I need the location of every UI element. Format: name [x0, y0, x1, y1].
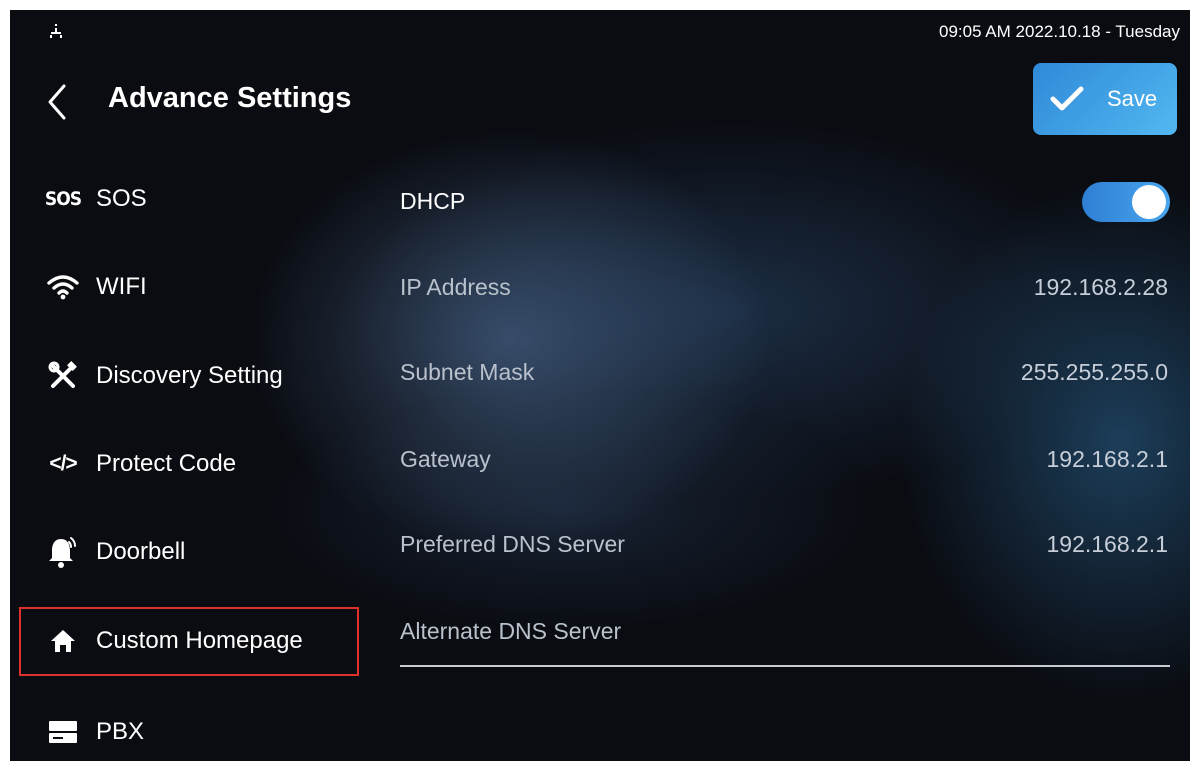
selection-highlight: [19, 607, 359, 676]
sidebar-item-label: PBX: [96, 718, 145, 745]
sidebar-item-sos[interactable]: SOS SOS: [20, 169, 350, 229]
sidebar-item-wifi[interactable]: WIFI: [20, 257, 350, 317]
ip-address-row[interactable]: IP Address 192.168.2.28: [400, 268, 1170, 308]
save-button[interactable]: Save: [1033, 63, 1177, 135]
alternate-dns-row[interactable]: Alternate DNS Server: [400, 612, 1170, 652]
ip-address-label: IP Address: [400, 274, 511, 300]
status-time: 09:05 AM 2022.10.18 - Tuesday: [938, 22, 1180, 41]
code-icon: </>: [49, 452, 77, 475]
gateway-label: Gateway: [400, 446, 491, 472]
sidebar-item-label: Doorbell: [96, 538, 186, 565]
alternate-dns-label: Alternate DNS Server: [400, 618, 622, 644]
save-label: Save: [1107, 86, 1158, 111]
chevron-left-icon: [48, 84, 66, 120]
sidebar-item-discovery-setting[interactable]: Discovery Setting: [20, 346, 350, 406]
preferred-dns-label: Preferred DNS Server: [400, 531, 625, 557]
gateway-value[interactable]: 192.168.2.1: [1046, 446, 1168, 473]
subnet-mask-value[interactable]: 255.255.255.0: [1021, 359, 1168, 386]
tools-icon: [46, 359, 80, 393]
sidebar-item-label: Discovery Setting: [96, 362, 283, 389]
sidebar-item-label: SOS: [96, 185, 147, 212]
alternate-dns-input[interactable]: [400, 665, 1170, 667]
page-title: Advance Settings: [108, 82, 352, 114]
subnet-mask-row[interactable]: Subnet Mask 255.255.255.0: [400, 353, 1170, 393]
toggle-knob: [1132, 185, 1166, 219]
dhcp-label: DHCP: [400, 188, 466, 214]
ip-address-value[interactable]: 192.168.2.28: [1034, 274, 1168, 301]
gateway-row[interactable]: Gateway 192.168.2.1: [400, 440, 1170, 480]
network-icon: [50, 24, 62, 38]
sidebar-item-protect-code[interactable]: </> Protect Code: [20, 434, 350, 494]
sidebar-item-doorbell[interactable]: Doorbell: [20, 522, 350, 582]
sidebar-item-pbx[interactable]: PBX: [20, 702, 350, 761]
dhcp-toggle[interactable]: [1082, 182, 1170, 222]
back-button[interactable]: [38, 78, 78, 126]
pbx-icon: [46, 715, 80, 749]
settings-screen: 09:05 AM 2022.10.18 - Tuesday Advance Se…: [10, 10, 1190, 761]
sos-icon: SOS: [44, 188, 82, 210]
wifi-icon: [46, 270, 80, 304]
check-icon: [1050, 86, 1084, 111]
sidebar-item-label: Protect Code: [96, 450, 237, 477]
dhcp-row: DHCP: [400, 182, 1170, 222]
preferred-dns-row[interactable]: Preferred DNS Server 192.168.2.1: [400, 525, 1170, 565]
subnet-mask-label: Subnet Mask: [400, 359, 535, 385]
sidebar-item-label: WIFI: [96, 273, 147, 300]
preferred-dns-value[interactable]: 192.168.2.1: [1046, 531, 1168, 558]
bell-icon: [46, 535, 80, 569]
